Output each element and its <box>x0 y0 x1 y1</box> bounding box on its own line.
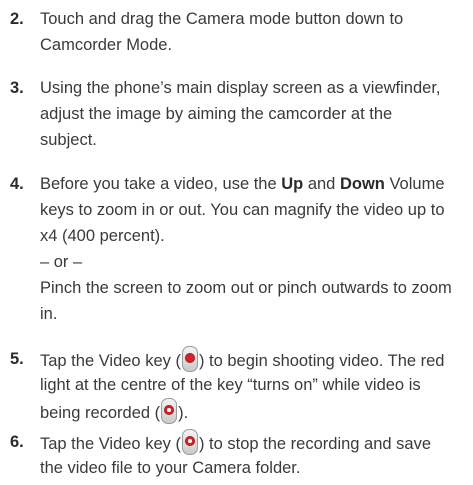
up-key-label: Up <box>281 175 304 193</box>
step-line: the video file to your Camera folder. <box>40 459 301 477</box>
step-line: in. <box>40 305 58 323</box>
step-number: 3. <box>10 79 24 97</box>
video-key-recording-icon <box>181 429 198 455</box>
step-line: Using the phone’s main display screen as… <box>40 79 441 97</box>
step-line: Tap the Video key ( ) to stop the recordi… <box>40 429 465 455</box>
down-key-label: Down <box>339 175 385 193</box>
step-text-run: ). <box>178 404 189 422</box>
video-key-icon <box>181 346 198 372</box>
step-line: Tap the Video key ( ) to begin shooting v… <box>40 346 465 372</box>
step-number: 6. <box>10 433 24 451</box>
step-line: adjust the image by aiming the camcorder… <box>40 105 393 123</box>
step-line: light at the centre of the key “turns on… <box>40 376 421 394</box>
step-number: 4. <box>10 175 24 193</box>
instruction-list: 2. Touch and drag the Camera mode button… <box>0 0 473 485</box>
step-text-run: ) to stop the recording and save <box>198 435 432 453</box>
step-line: Camcorder Mode. <box>40 36 173 54</box>
step-line: Before you take a video, use the Up and … <box>40 171 465 197</box>
step-number: 5. <box>10 350 24 368</box>
step-text: Using the phone’s main display screen as… <box>40 75 465 153</box>
step-line: keys to zoom in or out. You can magnify … <box>40 201 445 219</box>
record-dot-icon <box>184 353 195 363</box>
step-number: 2. <box>10 10 24 28</box>
step-line: being recorded (). <box>40 398 465 424</box>
step-line: x4 (400 percent). <box>40 227 165 245</box>
video-key-recording-icon <box>161 398 178 424</box>
step-4-alternative: Pinch the screen to zoom out or pinch ou… <box>40 275 465 327</box>
step-text: Before you take a video, use the Up and … <box>40 171 465 275</box>
step-text-run: Volume <box>384 175 445 193</box>
or-separator: – or – <box>40 253 83 271</box>
recording-dot-icon <box>184 436 195 446</box>
step-line: subject. <box>40 131 97 149</box>
step-text: Touch and drag the Camera mode button do… <box>40 6 465 58</box>
step-text: Tap the Video key ( ) to begin shooting v… <box>40 346 465 424</box>
step-text-run: Tap the Video key ( <box>40 352 181 370</box>
recording-dot-icon <box>164 405 175 415</box>
step-text-run: ) to begin shooting video. The red <box>198 352 445 370</box>
step-text-run: being recorded ( <box>40 404 161 422</box>
step-line: Touch and drag the Camera mode button do… <box>40 10 404 28</box>
step-text-run: and <box>303 175 340 193</box>
step-text-run: Tap the Video key ( <box>40 435 181 453</box>
step-text: Tap the Video key ( ) to stop the recordi… <box>40 429 465 481</box>
step-line: Pinch the screen to zoom out or pinch ou… <box>40 279 452 297</box>
step-text-run: Before you take a video, use the <box>40 175 282 193</box>
